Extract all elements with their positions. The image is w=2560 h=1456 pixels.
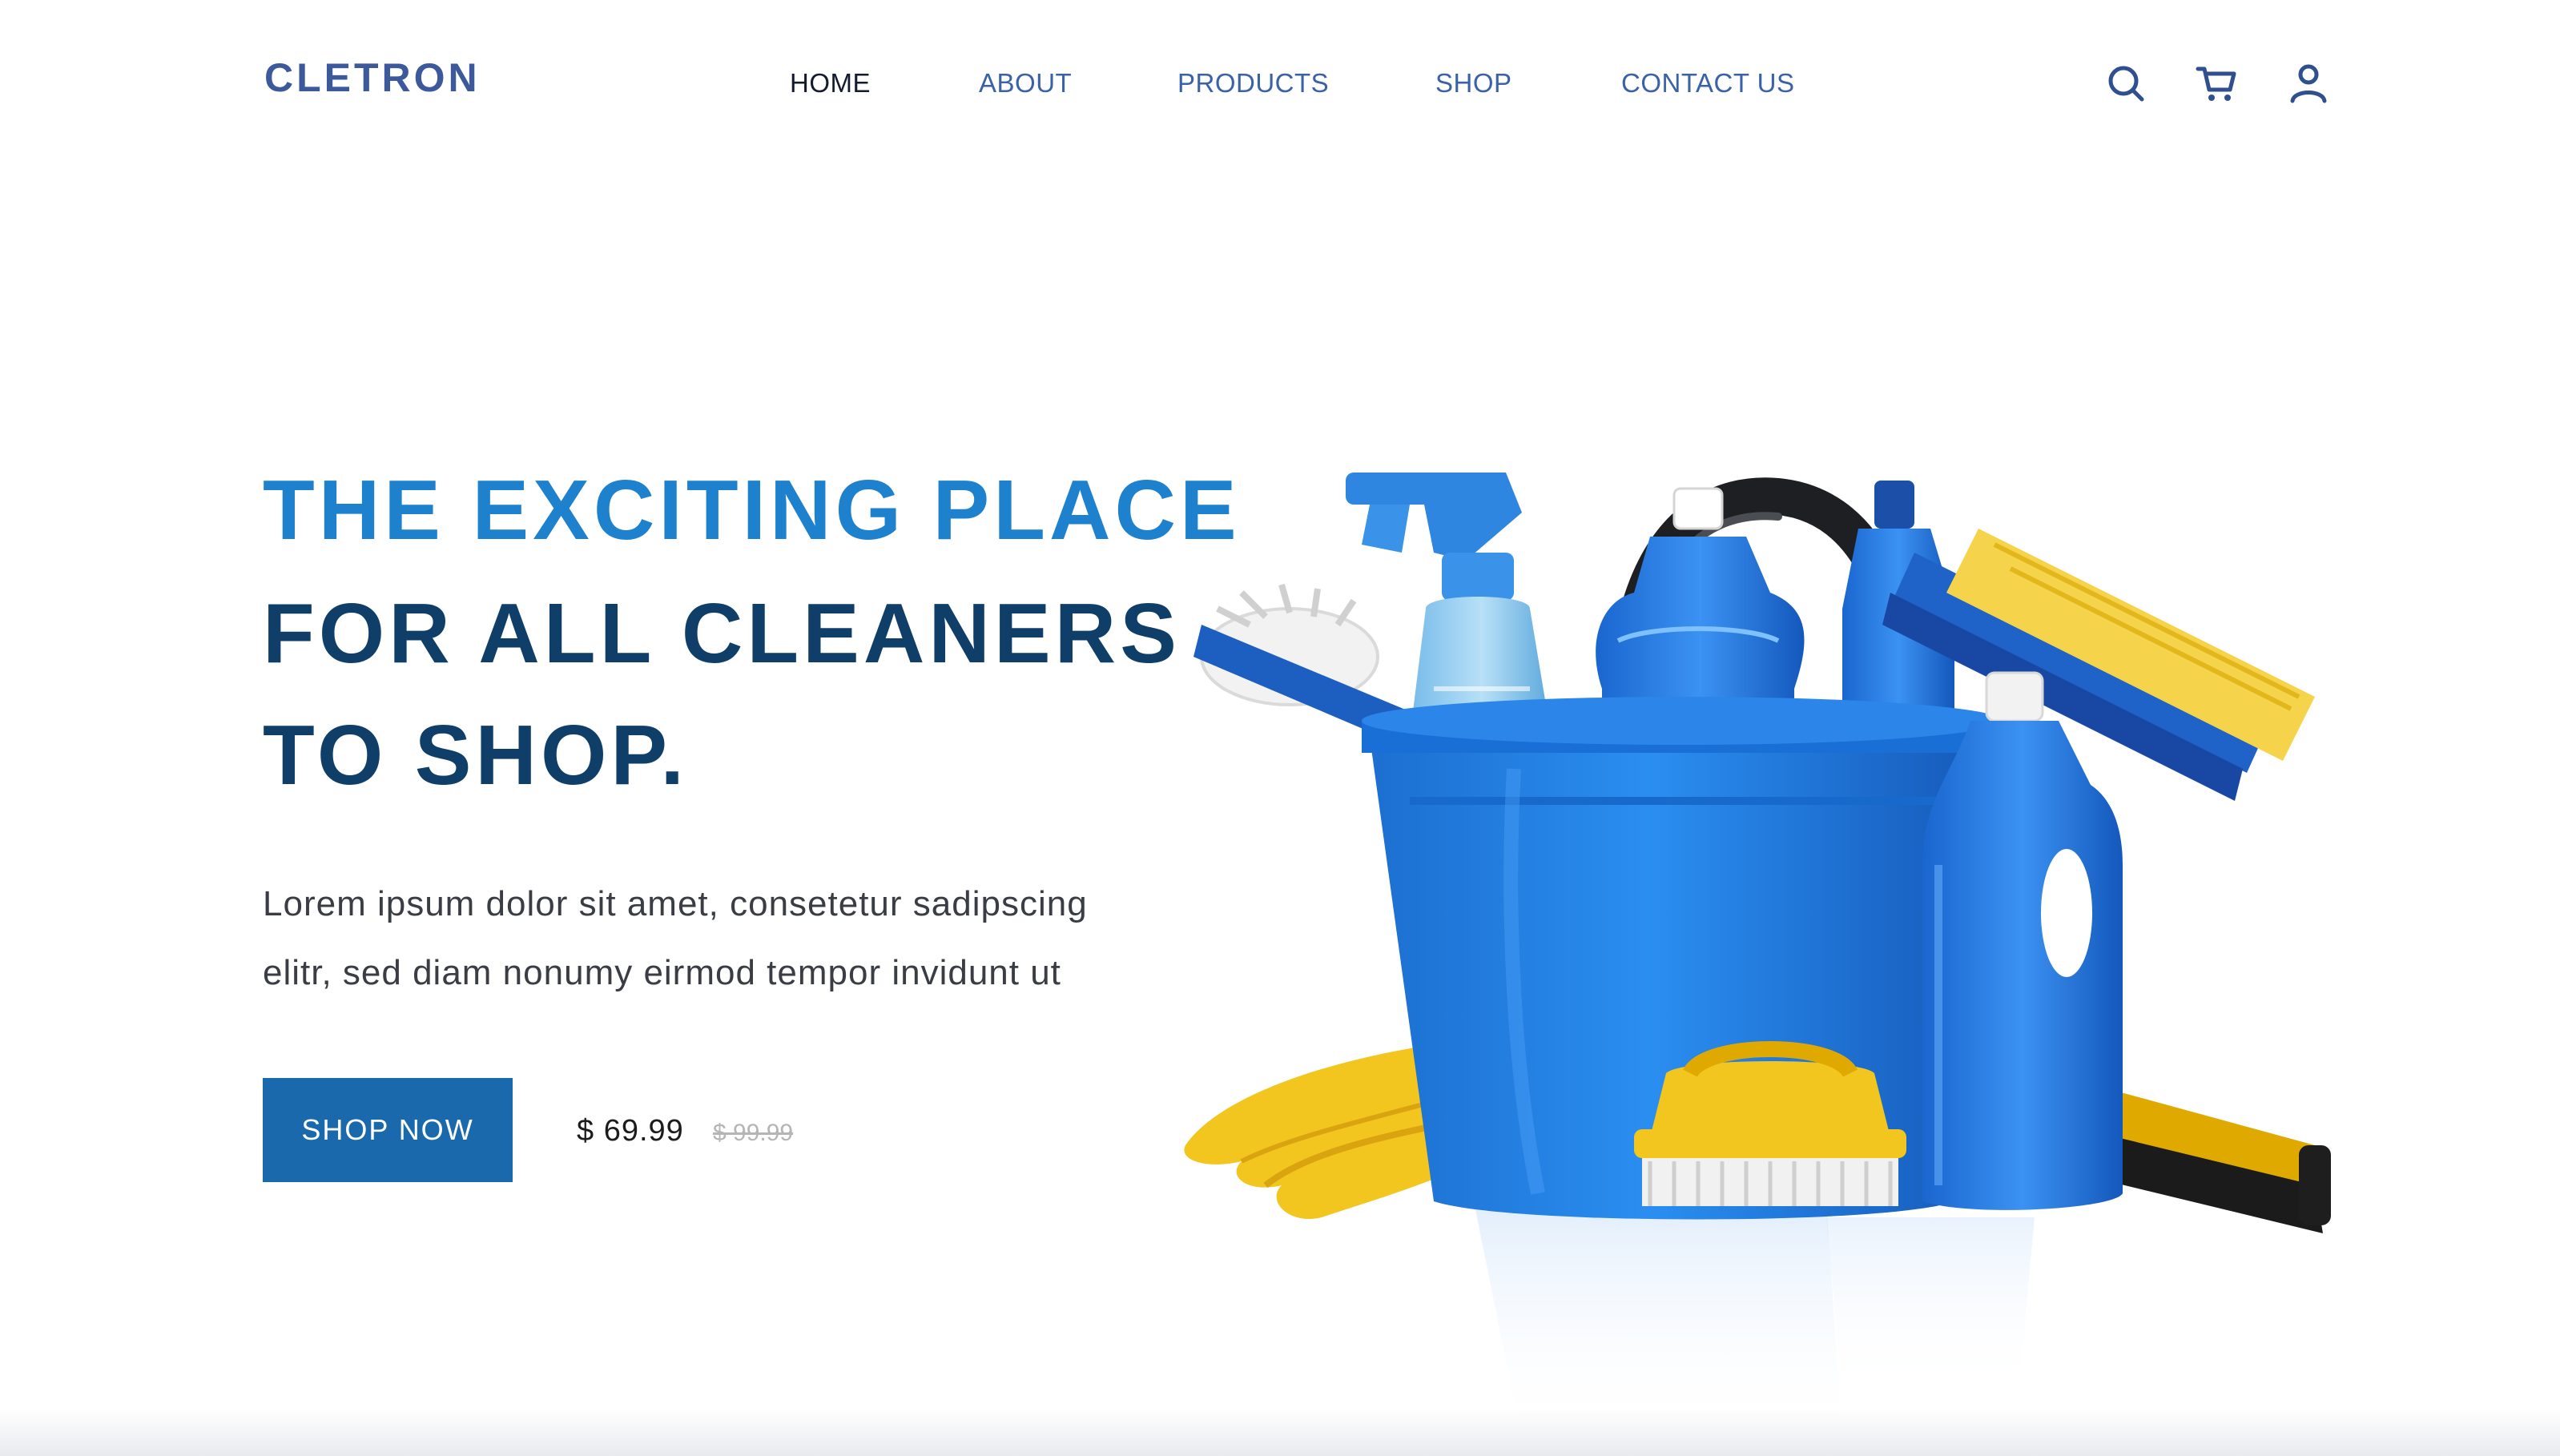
nav-contact-us[interactable]: CONTACT US [1621, 67, 1794, 99]
bottom-shadow [0, 1408, 2560, 1456]
search-icon[interactable] [2102, 59, 2150, 107]
hero-description: Lorem ipsum dolor sit amet, consetetur s… [263, 870, 1208, 1008]
hero-headline-line-3: TO SHOP. [263, 708, 688, 802]
old-price: $ 99.99 [713, 1120, 794, 1146]
cart-icon[interactable] [2193, 59, 2241, 107]
nav-home[interactable]: HOME [790, 67, 871, 99]
hero-description-line-1: Lorem ipsum dolor sit amet, consetetur s… [263, 884, 1088, 923]
current-price: $ 69.99 [577, 1114, 684, 1148]
nav-products[interactable]: PRODUCTS [1177, 67, 1329, 99]
shop-now-button[interactable]: SHOP NOW [263, 1078, 513, 1182]
hero-description-line-2: elitr, sed diam nonumy eirmod tempor inv… [263, 953, 1061, 992]
nav-about[interactable]: ABOUT [979, 67, 1072, 99]
hero-headline-line-2: FOR ALL CLEANERS [263, 586, 1181, 681]
user-icon[interactable] [2284, 59, 2333, 107]
hero-headline-line-1: THE EXCITING PLACE [263, 463, 1241, 557]
nav-shop[interactable]: SHOP [1435, 67, 1512, 99]
main-nav: HOME ABOUT PRODUCTS SHOP CONTACT US [0, 67, 2560, 99]
hero-product-image [1169, 352, 2371, 1442]
